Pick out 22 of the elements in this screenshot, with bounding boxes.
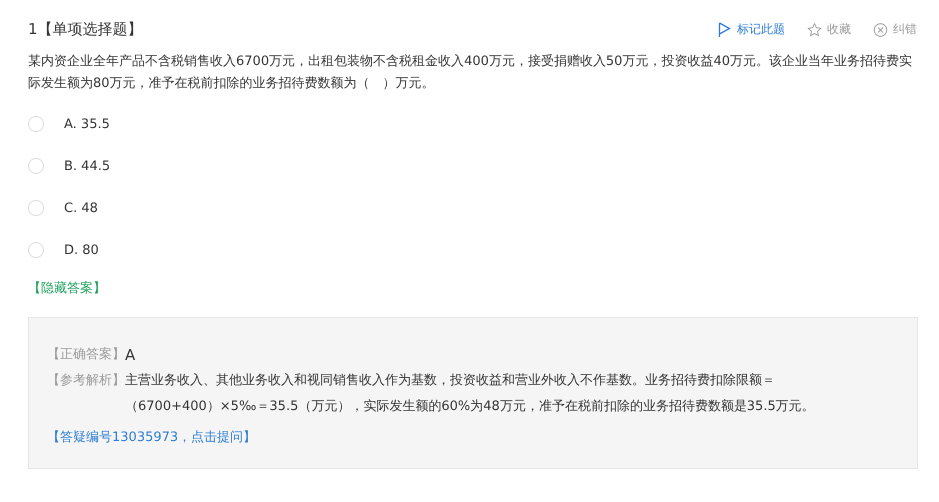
option-label[interactable]: C. 48 xyxy=(64,200,98,216)
hide-answer-link[interactable]: 【隐藏答案】 xyxy=(28,279,917,297)
answer-value: A xyxy=(125,345,136,366)
analysis-text: 主营业务收入、其他业务收入和视同销售收入作为基数，投资收益和营业外收入不作基数。业务招待费扣除限额＝（6700+400）×5‰＝35.5（万元），实际发生额的60%为48万元，准予在税前扣除的业务招待费数额是35.5万元。 xyxy=(125,372,816,416)
option-label[interactable]: D. 80 xyxy=(64,242,99,258)
favorite-button[interactable]: 收藏 xyxy=(827,21,851,38)
question-text: 某内资企业全年产品不含税销售收入6700万元，出租包装物不含税租金收入400万元，接受捐赠收入50万元，投资收益40万元。该企业当年业务招待费实际发生额为80万元，准予在税前扣除的业务招待费数额为（ ）万元。 xyxy=(28,53,913,93)
flag-button[interactable]: 标记此题 xyxy=(737,21,785,38)
question-title: 1【单项选择题】 xyxy=(28,20,143,39)
option-label[interactable]: A. 35.5 xyxy=(64,116,110,132)
star-icon xyxy=(807,22,822,38)
report-error-button[interactable]: 纠错 xyxy=(893,21,917,38)
radio-button[interactable] xyxy=(28,242,44,258)
radio-button[interactable] xyxy=(28,116,44,132)
radio-button[interactable] xyxy=(28,200,44,216)
answer-label: 【正确答案】 xyxy=(47,346,125,364)
ask-question-link[interactable]: 【答疑编号13035973，点击提问】 xyxy=(47,428,899,446)
radio-button[interactable] xyxy=(28,158,44,174)
option-label[interactable]: B. 44.5 xyxy=(64,158,110,174)
analysis-label: 【参考解析】 xyxy=(47,372,125,390)
close-circle-icon xyxy=(873,22,888,38)
flag-icon xyxy=(717,22,732,38)
